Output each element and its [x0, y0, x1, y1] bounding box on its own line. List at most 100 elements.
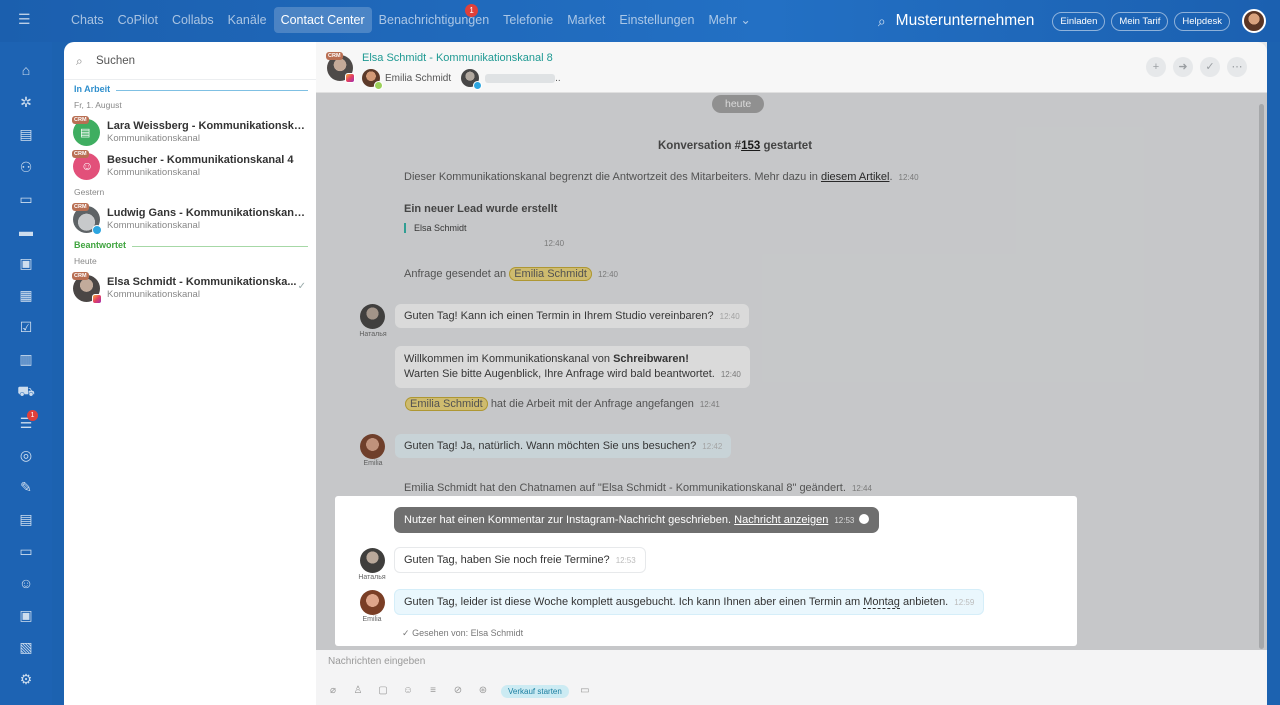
start-sale-button[interactable]: Verkauf starten — [501, 684, 569, 698]
report-icon[interactable]: ▧ — [16, 637, 36, 657]
list-item[interactable]: CRM Elsa Schmidt - Kommunikationska... K… — [64, 271, 316, 305]
menu-icon[interactable]: ☰ — [18, 12, 32, 26]
crm-badge: CRM — [72, 271, 89, 280]
member-avatar[interactable] — [461, 69, 483, 90]
search-icon: ⌕ — [76, 53, 83, 68]
menu-item-settings[interactable]: Einstellungen — [612, 7, 701, 33]
system-message: Dieser Kommunikationskanal begrenzt die … — [404, 171, 919, 183]
member-avatar[interactable] — [362, 69, 383, 90]
user-tag[interactable]: Emilia Schmidt — [405, 397, 488, 411]
member-placeholder — [485, 73, 556, 83]
cart-icon[interactable]: ⛟ — [16, 381, 36, 401]
forward-icon[interactable]: ➜ — [1173, 57, 1193, 77]
list-item[interactable]: CRM ☺ Besucher - Kommunikationskanal 4 K… — [64, 149, 316, 183]
funnel-badge: 1 — [27, 410, 38, 421]
menu-item-chats[interactable]: Chats — [64, 7, 111, 33]
message-composer: Nachrichten eingeben ⌀ ♙ ▢ ☺ ≡ ⊘ ⊛ Verka… — [316, 650, 1267, 705]
menu-item-collabs[interactable]: Collabs — [165, 7, 221, 33]
scrollbar[interactable] — [1259, 104, 1264, 649]
conversation-subtitle: Kommunikationskanal — [107, 133, 200, 144]
search-input[interactable]: ⌕ Suchen — [64, 42, 316, 80]
date-label: Fr, 1. August — [74, 100, 122, 110]
author-name: Наталья — [359, 331, 387, 338]
member-name[interactable]: Emilia Schmidt — [385, 73, 451, 84]
finish-icon[interactable]: ✓ — [1200, 57, 1220, 77]
menu-item-telefonie[interactable]: Telefonie — [496, 7, 560, 33]
avatar: CRM — [72, 202, 102, 235]
crm-icon[interactable]: ✲ — [16, 92, 36, 112]
calendar-icon[interactable]: ▦ — [16, 285, 36, 305]
store-icon[interactable]: ▤ — [16, 509, 36, 529]
user-avatar[interactable] — [1242, 9, 1266, 33]
system-message: Emilia Schmidt hat den Chatnamen auf "El… — [404, 482, 872, 494]
online-icon — [374, 81, 383, 90]
box-icon[interactable]: ▣ — [16, 605, 36, 625]
conversation-title: Ludwig Gans - Kommunikationskanal 7 — [107, 207, 307, 219]
chat-avatar[interactable]: CRM — [326, 52, 355, 83]
documents-icon[interactable]: ▭ — [16, 189, 36, 209]
menu-item-contact-center[interactable]: Contact Center — [273, 7, 372, 33]
timestamp: 12:40 — [544, 239, 565, 248]
presentation-icon[interactable]: ▣ — [16, 253, 36, 273]
menu-item-notifications[interactable]: Benachrichtigungen 1 — [372, 4, 497, 33]
target-icon[interactable]: ◎ — [16, 445, 36, 465]
message-bubble[interactable]: Guten Tag! Ja, natürlich. Wann möchten S… — [395, 434, 732, 458]
avatar[interactable] — [360, 434, 385, 459]
conversation-number-link[interactable]: 153 — [741, 140, 760, 152]
avatar[interactable] — [360, 548, 385, 573]
more-icon[interactable]: ⋯ — [1227, 57, 1247, 77]
home-icon[interactable]: ⌂ — [16, 60, 36, 80]
form-icon[interactable]: ▢ — [376, 684, 390, 698]
company-name[interactable]: Musterunternehmen — [896, 12, 1035, 30]
avatar[interactable] — [360, 590, 385, 615]
user-icon[interactable]: ♙ — [351, 684, 365, 698]
contacts-icon[interactable]: ⚇ — [16, 157, 36, 177]
section-answered: Beantwortet — [74, 240, 308, 254]
chat-title[interactable]: Elsa Schmidt - Kommunikationskanal 8 — [362, 52, 553, 64]
feed-icon[interactable]: ▤ — [16, 124, 36, 144]
conversation-subtitle: Kommunikationskanal — [107, 220, 200, 231]
search-icon[interactable]: ⌕ — [878, 13, 886, 30]
bot-icon[interactable]: ☺ — [16, 573, 36, 593]
plan-button[interactable]: Mein Tarif — [1111, 11, 1169, 31]
menu-item-kanaele[interactable]: Kanäle — [221, 7, 274, 33]
check-icon: ✓ — [297, 281, 306, 292]
date-mention[interactable]: Montag — [863, 596, 900, 609]
hide-icon[interactable]: ⊘ — [451, 684, 465, 698]
tasks-icon[interactable]: ☑ — [16, 317, 36, 337]
list-item[interactable]: CRM Ludwig Gans - Kommunikationskanal 7 … — [64, 202, 316, 236]
show-message-link[interactable]: Nachricht anzeigen — [734, 514, 828, 526]
user-tag[interactable]: Emilia Schmidt — [509, 267, 592, 281]
message-bubble[interactable]: Guten Tag! Kann ich einen Termin in Ihre… — [395, 304, 749, 328]
highlighted-region: Nutzer hat einen Kommentar zur Instagram… — [335, 496, 1077, 646]
lead-name-link[interactable]: Elsa Schmidt — [404, 223, 467, 233]
smile-icon[interactable]: ☺ — [401, 684, 415, 698]
crm-badge: CRM — [72, 149, 89, 158]
helpdesk-button[interactable]: Helpdesk — [1174, 11, 1230, 31]
media-icon[interactable]: ▭ — [578, 684, 592, 698]
invite-button[interactable]: Einladen — [1052, 11, 1106, 31]
currency-icon[interactable]: ⊛ — [476, 684, 490, 698]
menu-item-copilot[interactable]: CoPilot — [111, 7, 165, 33]
article-link[interactable]: diesem Artikel — [821, 171, 889, 183]
menu-item-more[interactable]: Mehr ⌄ — [701, 7, 757, 33]
message-bubble[interactable]: Guten Tag, leider ist diese Woche komple… — [394, 589, 985, 615]
add-icon[interactable]: + — [1146, 57, 1166, 77]
attach-icon[interactable]: ⌀ — [326, 684, 340, 698]
message-bubble[interactable]: Willkommen im Kommunikationskanal von Sc… — [395, 346, 750, 388]
check-icon: ✓ — [402, 628, 410, 638]
sign-icon[interactable]: ✎ — [16, 477, 36, 497]
menu-item-market[interactable]: Market — [560, 7, 612, 33]
message-input[interactable]: Nachrichten eingeben — [328, 656, 425, 667]
list-item[interactable]: CRM ▤ Lara Weissberg - Kommunikationska.… — [64, 115, 316, 149]
analytics-icon[interactable]: ▥ — [16, 349, 36, 369]
message-bubble[interactable]: Guten Tag, haben Sie noch freie Termine?… — [394, 547, 646, 573]
cards-icon[interactable]: ▭ — [16, 541, 36, 561]
gear-icon[interactable]: ⚙ — [16, 669, 36, 689]
date-label: Heute — [74, 256, 97, 266]
chat-header: CRM Elsa Schmidt - Kommunikationskanal 8… — [316, 42, 1267, 93]
drive-icon[interactable]: ▬ — [16, 221, 36, 241]
avatar[interactable] — [360, 304, 385, 329]
list-icon[interactable]: ≡ — [426, 684, 440, 698]
conversation-subtitle: Kommunikationskanal — [107, 167, 200, 178]
